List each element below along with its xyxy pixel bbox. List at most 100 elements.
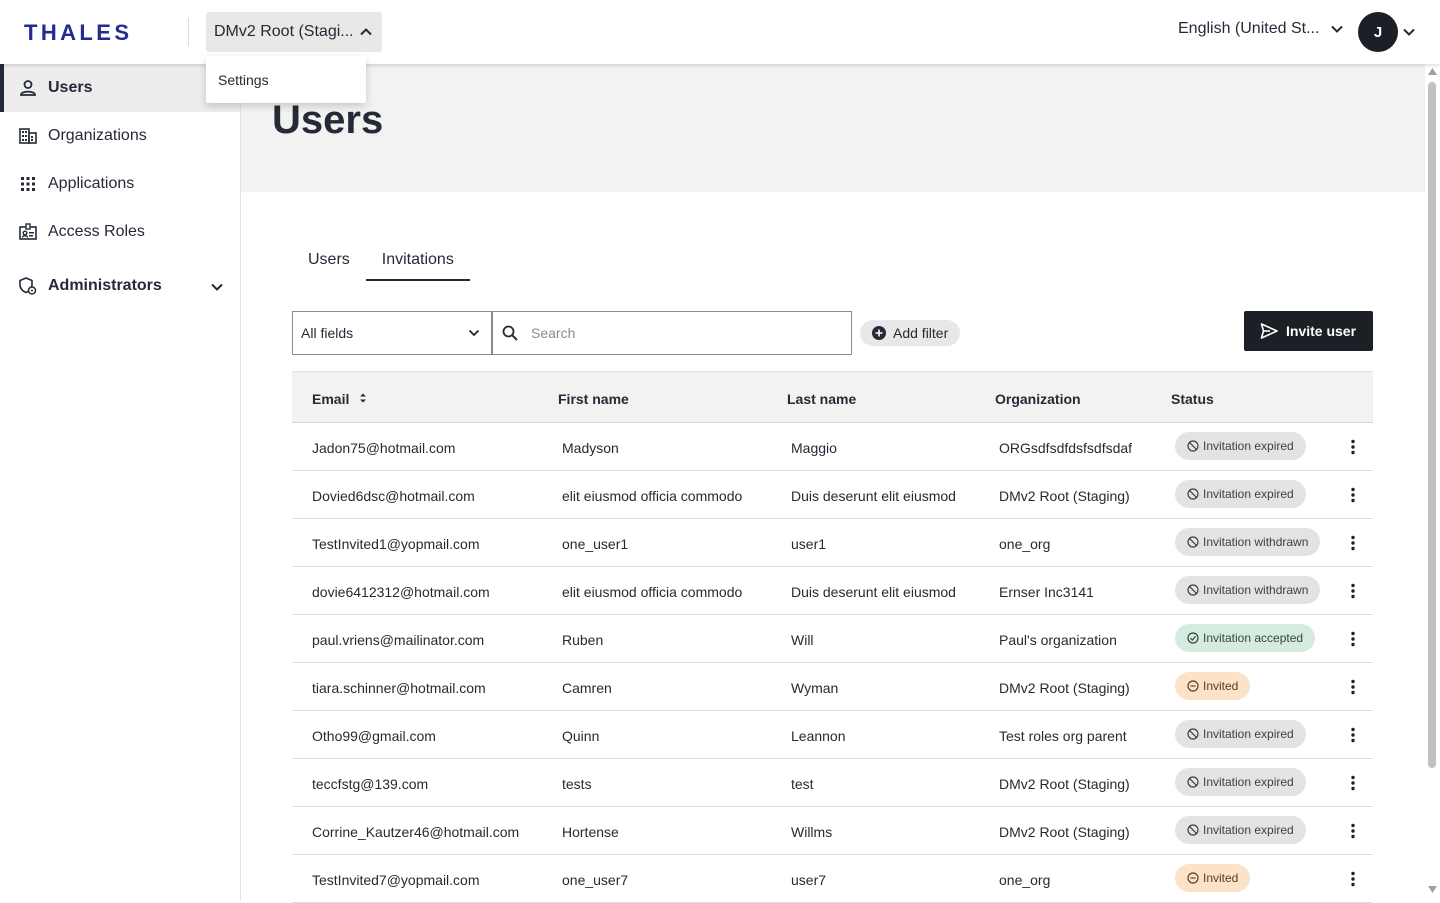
user-avatar[interactable]: J: [1358, 12, 1398, 52]
person-icon: [18, 78, 38, 98]
cell-first-name: one_user1: [562, 536, 629, 552]
chevron-down-icon[interactable]: [208, 278, 226, 296]
table-header: Email First name Last name Organization …: [292, 371, 1373, 423]
scrollbar-thumb[interactable]: [1428, 82, 1436, 768]
cell-organization: one_org: [999, 536, 1051, 552]
building-icon: [18, 126, 38, 146]
add-filter-label: Add filter: [893, 325, 949, 341]
sidebar-item-label: Users: [48, 79, 93, 96]
sidebar-item-access-roles[interactable]: Access Roles: [0, 208, 240, 256]
status-pending-icon: [1187, 680, 1199, 692]
status-badge: Invited: [1175, 672, 1251, 700]
more-actions-icon[interactable]: [1344, 870, 1362, 888]
table-row[interactable]: Jadon75@hotmail.com Madyson Maggio ORGsdfsd…: [292, 423, 1373, 471]
scroll-up-arrow-icon[interactable]: [1428, 68, 1437, 75]
menu-item-settings[interactable]: Settings: [218, 72, 269, 88]
org-dropdown-menu: Settings: [206, 56, 366, 103]
sidebar-item-label: Organizations: [48, 127, 147, 144]
table-row[interactable]: Dovied6dsc@hotmail.com elit eiusmod offic…: [292, 471, 1373, 519]
status-badge: Invitation expired: [1175, 432, 1306, 460]
scroll-down-arrow-icon[interactable]: [1428, 886, 1437, 893]
column-header-email[interactable]: Email: [312, 391, 349, 407]
thales-logo[interactable]: THALES: [24, 20, 132, 45]
field-filter-select[interactable]: All fields: [292, 311, 492, 355]
cell-first-name: elit eiusmod officia commodo: [562, 584, 743, 600]
sidebar-item-organizations[interactable]: Organizations: [0, 112, 240, 160]
org-selector[interactable]: DMv2 Root (Stagi...: [206, 12, 382, 52]
table-row[interactable]: Otho99@gmail.com Quinn Leannon Test roles o…: [292, 711, 1373, 759]
sort-icon[interactable]: [359, 392, 367, 404]
add-filter-button[interactable]: Add filter: [860, 320, 960, 346]
table-row[interactable]: TestInvited7@yopmail.com one_user7 user7 on…: [292, 855, 1373, 903]
search-input[interactable]: [531, 325, 831, 341]
more-actions-icon[interactable]: [1344, 726, 1362, 744]
chevron-down-icon[interactable]: [1401, 24, 1417, 40]
cell-email: teccfstg@139.com: [312, 776, 429, 792]
sidebar-item-users[interactable]: Users: [0, 64, 240, 112]
table-row[interactable]: dovie6412312@hotmail.com elit eiusmod off…: [292, 567, 1373, 615]
more-actions-icon[interactable]: [1344, 774, 1362, 792]
plus-circle-icon: [872, 326, 886, 340]
status-blocked-icon: [1187, 776, 1199, 788]
sidebar: Users Organizations Applications Access …: [0, 64, 241, 900]
more-actions-icon[interactable]: [1344, 582, 1362, 600]
chevron-down-icon: [468, 329, 480, 337]
cell-organization: ORGsdfsdfdsfsdfsdaf: [999, 440, 1133, 456]
more-actions-icon[interactable]: [1344, 486, 1362, 504]
table-row[interactable]: teccfstg@139.com tests test DMv2 Root (Stag…: [292, 759, 1373, 807]
chevron-up-icon: [360, 28, 372, 36]
table-row[interactable]: tiara.schinner@hotmail.com Camren Wyman DMv…: [292, 663, 1373, 711]
more-actions-icon[interactable]: [1344, 822, 1362, 840]
status-label: Invitation expired: [1203, 775, 1294, 789]
status-blocked-icon: [1187, 584, 1199, 596]
invite-user-button[interactable]: Invite user: [1244, 311, 1373, 351]
cell-last-name: test: [791, 776, 814, 792]
sidebar-item-label: Applications: [48, 175, 135, 192]
sidebar-item-applications[interactable]: Applications: [0, 160, 240, 208]
cell-first-name: Camren: [562, 680, 612, 696]
cell-last-name: user1: [791, 536, 827, 552]
cell-first-name: Madyson: [562, 440, 619, 456]
invitations-table: Email First name Last name Organization …: [292, 371, 1373, 903]
more-actions-icon[interactable]: [1344, 678, 1362, 696]
cell-last-name: Wyman: [791, 680, 839, 696]
page-scrollbar[interactable]: [1425, 64, 1440, 900]
status-badge: Invitation withdrawn: [1175, 576, 1321, 604]
logo-divider: [188, 18, 189, 46]
status-label: Invitation expired: [1203, 823, 1294, 837]
tab-users[interactable]: Users: [292, 244, 366, 281]
cell-first-name: Ruben: [562, 632, 604, 648]
table-body: Jadon75@hotmail.com Madyson Maggio ORGsdfsd…: [292, 423, 1373, 903]
cell-email: Jadon75@hotmail.com: [312, 440, 456, 456]
page-header: Users: [241, 64, 1425, 192]
status-blocked-icon: [1187, 728, 1199, 740]
table-row[interactable]: paul.vriens@mailinator.com Ruben Will Paul'…: [292, 615, 1373, 663]
search-icon: [502, 325, 518, 341]
language-selector[interactable]: English (United St...: [1178, 20, 1345, 38]
more-actions-icon[interactable]: [1344, 438, 1362, 456]
more-actions-icon[interactable]: [1344, 630, 1362, 648]
cell-last-name: Leannon: [791, 728, 846, 744]
apps-grid-icon: [18, 174, 38, 194]
admin-shield-icon: [18, 276, 38, 296]
status-label: Invitation accepted: [1203, 631, 1304, 645]
cell-organization: one_org: [999, 872, 1051, 888]
status-label: Invitation expired: [1203, 487, 1294, 501]
status-label: Invitation expired: [1203, 727, 1294, 741]
sidebar-item-administrators[interactable]: Administrators: [0, 262, 240, 310]
top-bar: THALES DMv2 Root (Stagi... English (Unit…: [0, 0, 1440, 64]
language-label: English (United St...: [1178, 20, 1320, 37]
table-row[interactable]: TestInvited1@yopmail.com one_user1 user1 on…: [292, 519, 1373, 567]
page-title: Users: [272, 98, 384, 142]
status-blocked-icon: [1187, 488, 1199, 500]
table-row[interactable]: Corrine_Kautzer46@hotmail.com Hortense Wil…: [292, 807, 1373, 855]
tab-invitations[interactable]: Invitations: [365, 244, 470, 281]
status-label: Invited: [1203, 679, 1239, 693]
tab-bar: Users Invitations: [292, 244, 470, 281]
cell-last-name: Maggio: [791, 440, 837, 456]
column-header-first-name: First name: [558, 391, 629, 407]
status-badge: Invitation accepted: [1175, 624, 1316, 652]
more-actions-icon[interactable]: [1344, 534, 1362, 552]
status-badge: Invitation expired: [1175, 816, 1306, 844]
status-badge: Invited: [1175, 864, 1251, 892]
